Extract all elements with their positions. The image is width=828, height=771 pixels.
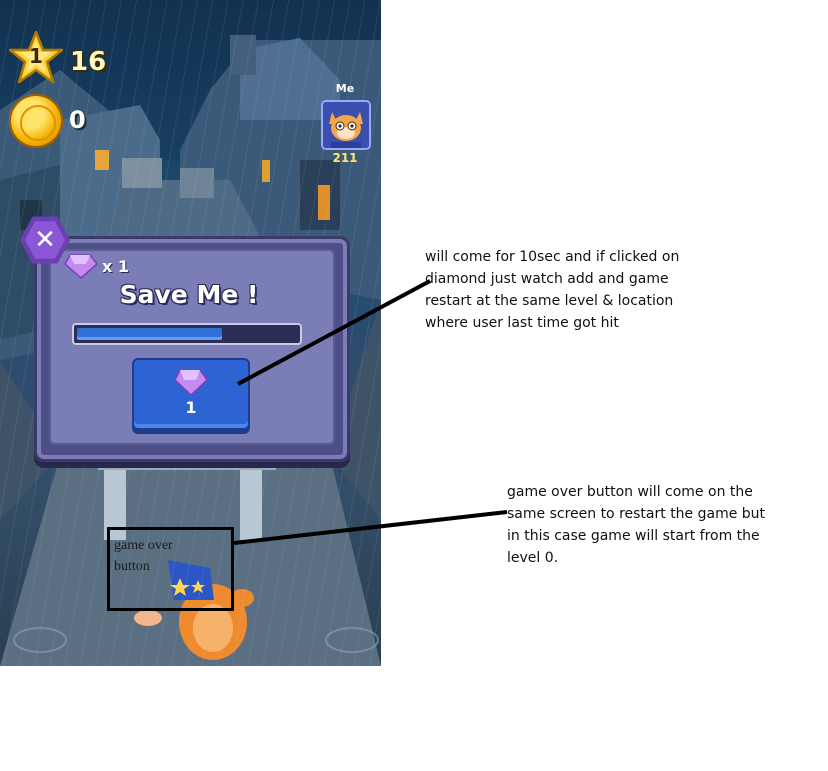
- diamond-note: will come for 10sec and if clicked on di…: [425, 249, 680, 331]
- game-over-note: game over button will come on the same s…: [507, 484, 766, 566]
- game-over-pointer-line: [233, 510, 508, 545]
- diamond-pointer-line: [237, 279, 431, 386]
- annotation-lines: [233, 279, 508, 545]
